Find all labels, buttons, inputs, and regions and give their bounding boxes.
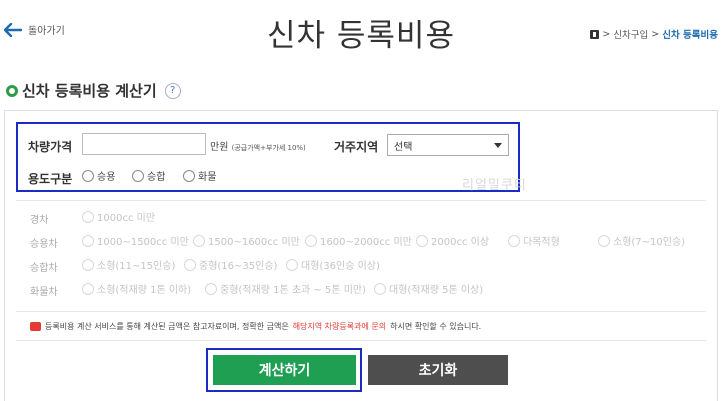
radio-circle: [132, 169, 144, 182]
radio-circle: [508, 234, 520, 247]
category-option[interactable]: 소형(11~15인승): [82, 257, 175, 272]
category-option[interactable]: 1000~1500cc 미만: [82, 233, 189, 248]
category-label-truck: 화물차: [30, 287, 58, 298]
unit-note: (공급가액+부가세 10%): [231, 144, 306, 152]
radio-circle: [305, 234, 317, 247]
bullet-icon: [6, 84, 18, 97]
radio-circle: [416, 234, 428, 247]
notice-text: 등록비용 계산 서비스를 통해 계산된 금액은 참고자료이며, 정확한 금액은: [45, 322, 289, 331]
unit-text: 만원: [210, 142, 229, 153]
radio-circle: [286, 258, 298, 271]
calculate-button[interactable]: 계산하기: [213, 355, 356, 385]
usage-radio-passenger[interactable]: 승용: [82, 168, 115, 183]
category-label-compact: 경차: [30, 215, 49, 226]
radio-label: 대형(36인승 이상): [301, 261, 380, 272]
usage-radio-truck[interactable]: 화물: [183, 168, 216, 183]
radio-label: 1500~1600cc 미만: [208, 237, 300, 248]
category-label-van: 승합차: [30, 263, 58, 274]
divider: [16, 340, 706, 341]
radio-circle: [193, 234, 205, 247]
radio-circle: [184, 258, 196, 271]
region-select[interactable]: 선택: [387, 134, 509, 156]
category-option[interactable]: 대형(적재량 5톤 이상): [374, 281, 483, 296]
category-option[interactable]: 1600~2000cc 미만: [305, 233, 412, 248]
radio-label: 소형(7~10인승): [613, 237, 686, 248]
radio-label: 대형(적재량 5톤 이상): [389, 285, 484, 296]
radio-circle: [82, 210, 94, 223]
radio-circle: [82, 258, 94, 271]
price-input[interactable]: [82, 133, 206, 155]
breadcrumb-current: 신차 등록비용: [662, 30, 718, 41]
category-option[interactable]: 중형(적재량 1톤 초과 ~ 5톤 미만): [205, 281, 366, 296]
notice: 등록비용 계산 서비스를 통해 계산된 금액은 참고자료이며, 정확한 금액은 …: [30, 321, 481, 332]
reset-button[interactable]: 초기화: [368, 355, 508, 385]
category-option[interactable]: 소형(7~10인승): [598, 233, 685, 248]
price-label: 차량가격: [28, 140, 73, 154]
radio-circle: [374, 282, 386, 295]
radio-label: 1000cc 미만: [97, 213, 156, 224]
speech-bubble-icon: [30, 322, 41, 331]
radio-label: 소형(11~15인승): [97, 261, 176, 272]
category-option[interactable]: 다목적형: [508, 233, 560, 248]
radio-label: 2000cc 이상: [431, 237, 490, 248]
price-unit: 만원 (공급가액+부가세 10%): [210, 138, 306, 153]
divider: [16, 200, 706, 201]
category-label-passenger: 승용차: [30, 239, 58, 250]
category-option[interactable]: 1500~1600cc 미만: [193, 233, 300, 248]
radio-label: 중형(16~35인승): [199, 261, 278, 272]
radio-circle: [82, 282, 94, 295]
category-option[interactable]: 중형(16~35인승): [184, 257, 277, 272]
breadcrumb: > 신차구입 > 신차 등록비용: [590, 27, 718, 41]
notice-suffix: 하시면 확인할 수 있습니다.: [390, 322, 482, 331]
radio-circle: [82, 234, 94, 247]
radio-label: 1600~2000cc 미만: [320, 237, 412, 248]
radio-circle: [82, 169, 94, 182]
chevron-down-icon: [494, 142, 502, 148]
radio-label: 다목적형: [523, 237, 560, 248]
section-label: 신차 등록비용 계산기: [22, 82, 157, 100]
divider: [16, 311, 706, 312]
breadcrumb-separator: >: [651, 28, 660, 40]
radio-label: 소형(적재량 1톤 이하): [97, 285, 192, 296]
notice-highlight: 해당지역 차량등록과에 문의: [292, 322, 387, 331]
region-selected-value: 선택: [394, 141, 413, 153]
radio-label: 승합: [147, 172, 166, 183]
breadcrumb-separator: >: [602, 28, 611, 40]
usage-radio-van[interactable]: 승합: [132, 168, 165, 183]
breadcrumb-item[interactable]: 신차구입: [613, 27, 648, 41]
radio-circle: [205, 282, 217, 295]
category-option[interactable]: 2000cc 이상: [416, 233, 489, 248]
radio-circle: [598, 234, 610, 247]
usage-label: 용도구분: [28, 172, 73, 186]
help-icon[interactable]: ?: [164, 82, 181, 99]
home-icon[interactable]: [590, 29, 600, 39]
radio-label: 승용: [97, 172, 116, 183]
category-option[interactable]: 대형(36인승 이상): [286, 257, 380, 272]
radio-circle: [183, 169, 195, 182]
section-title: 신차 등록비용 계산기 ?: [6, 80, 181, 101]
radio-label: 화물: [198, 172, 217, 183]
watermark: 리얼밀쿠티: [462, 178, 527, 193]
radio-label: 1000~1500cc 미만: [97, 237, 189, 248]
radio-label: 중형(적재량 1톤 초과 ~ 5톤 미만): [220, 285, 366, 296]
category-option[interactable]: 1000cc 미만: [82, 209, 155, 224]
category-option[interactable]: 소형(적재량 1톤 이하): [82, 281, 191, 296]
region-label: 거주지역: [334, 140, 379, 154]
